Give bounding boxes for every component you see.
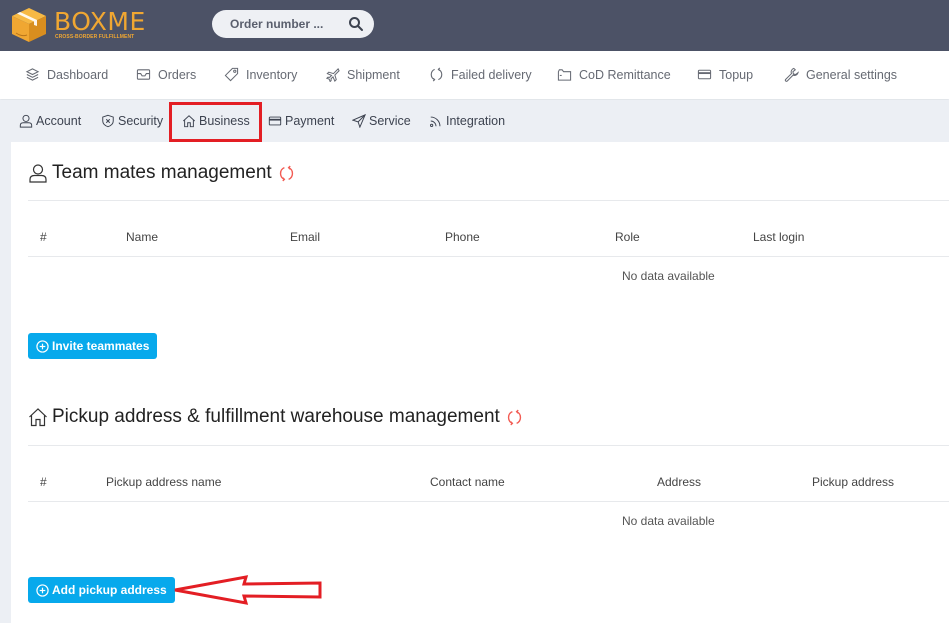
nav-shipment-label: Shipment [347, 67, 400, 82]
tab-integration[interactable]: Integration [429, 114, 505, 128]
credit-card-icon [697, 69, 712, 80]
tab-security[interactable]: Security [101, 114, 163, 128]
tab-account-label: Account [36, 114, 82, 128]
nav-inventory-label: Inventory [246, 67, 298, 82]
user-icon [29, 164, 47, 183]
home-icon [182, 115, 196, 128]
main-nav: Dashboard Orders Inventory Shipment Fail… [0, 51, 949, 99]
nav-dashboard[interactable]: Dashboard [25, 67, 108, 82]
tab-security-label: Security [118, 114, 164, 128]
nav-topup[interactable]: Topup [697, 67, 753, 82]
nav-cod-remittance-label: CoD Remittance [579, 67, 671, 82]
tab-service-label: Service [369, 114, 411, 128]
tab-account[interactable]: Account [19, 114, 81, 128]
invite-teammates-label: Invite teammates [52, 339, 150, 353]
teammates-section-title: Team mates management [28, 162, 295, 184]
tab-service[interactable]: Service [352, 114, 411, 128]
divider [28, 200, 949, 201]
column-header[interactable]: # [40, 475, 47, 489]
nav-orders[interactable]: Orders [136, 67, 196, 82]
top-bar: BOXME CROSS-BORDER FULFILLMENT [0, 0, 949, 51]
nav-inventory[interactable]: Inventory [224, 67, 297, 82]
nav-orders-label: Orders [158, 67, 197, 82]
table-header-divider [28, 501, 949, 502]
brand-logo[interactable]: BOXME CROSS-BORDER FULFILLMENT [10, 6, 146, 44]
teammates-title-text: Team mates management [52, 162, 272, 183]
nav-shipment[interactable]: Shipment [325, 67, 400, 82]
column-header[interactable]: Contact name [430, 475, 505, 489]
inbox-icon [136, 69, 151, 80]
add-pickup-address-label: Add pickup address [52, 583, 167, 597]
order-search [212, 10, 374, 38]
wallet-icon [557, 69, 572, 81]
column-header[interactable]: Pickup address [812, 475, 894, 489]
nav-topup-label: Topup [719, 67, 754, 82]
tag-icon [224, 67, 239, 82]
column-header[interactable]: # [40, 230, 47, 244]
wrench-icon [784, 67, 799, 82]
pickup-section-title: Pickup address & fulfillment warehouse m… [28, 406, 523, 428]
divider [28, 445, 949, 446]
refresh-icon [430, 67, 443, 82]
nav-failed-delivery-label: Failed delivery [451, 67, 532, 82]
column-header[interactable]: Phone [445, 230, 480, 244]
user-icon [19, 114, 33, 128]
nav-dashboard-label: Dashboard [47, 67, 109, 82]
tab-payment[interactable]: Payment [268, 114, 334, 128]
credit-card-icon [268, 116, 282, 126]
refresh-icon[interactable] [506, 409, 523, 426]
tab-integration-label: Integration [446, 114, 506, 128]
column-header[interactable]: Email [290, 230, 320, 244]
settings-tabs: Account Security Business Payment Servic… [0, 100, 949, 142]
business-settings-card: Team mates management # Name Email Phone… [11, 142, 949, 623]
column-header[interactable]: Last login [753, 230, 804, 244]
home-icon [29, 408, 47, 427]
column-header[interactable]: Role [615, 230, 640, 244]
tab-business[interactable]: Business [182, 114, 250, 128]
plus-circle-icon [36, 583, 49, 597]
shield-icon [102, 114, 114, 128]
tab-payment-label: Payment [285, 114, 335, 128]
search-icon[interactable] [348, 16, 364, 32]
layers-icon [25, 68, 40, 81]
add-pickup-address-button[interactable]: Add pickup address [28, 577, 175, 603]
tab-business-label: Business [199, 114, 250, 128]
plus-circle-icon [36, 339, 49, 353]
brand-name: BOXME [54, 6, 146, 36]
nav-general-settings-label: General settings [806, 67, 898, 82]
empty-state-text: No data available [622, 269, 715, 283]
order-search-input[interactable] [230, 16, 340, 32]
invite-teammates-button[interactable]: Invite teammates [28, 333, 158, 359]
nav-cod-remittance[interactable]: CoD Remittance [557, 67, 671, 82]
brand-tagline: CROSS-BORDER FULFILLMENT [55, 33, 135, 40]
nav-general-settings[interactable]: General settings [784, 67, 897, 82]
empty-state-text: No data available [622, 514, 715, 528]
column-header[interactable]: Pickup address name [106, 475, 221, 489]
table-header-divider [28, 256, 949, 257]
send-icon [352, 114, 366, 128]
nav-failed-delivery[interactable]: Failed delivery [429, 67, 532, 82]
plane-icon [325, 68, 340, 82]
box-logo-icon [12, 8, 46, 42]
refresh-icon[interactable] [278, 165, 295, 182]
pickup-title-text: Pickup address & fulfillment warehouse m… [52, 406, 500, 427]
column-header[interactable]: Address [657, 475, 701, 489]
column-header[interactable]: Name [126, 230, 158, 244]
rss-icon [430, 116, 441, 127]
